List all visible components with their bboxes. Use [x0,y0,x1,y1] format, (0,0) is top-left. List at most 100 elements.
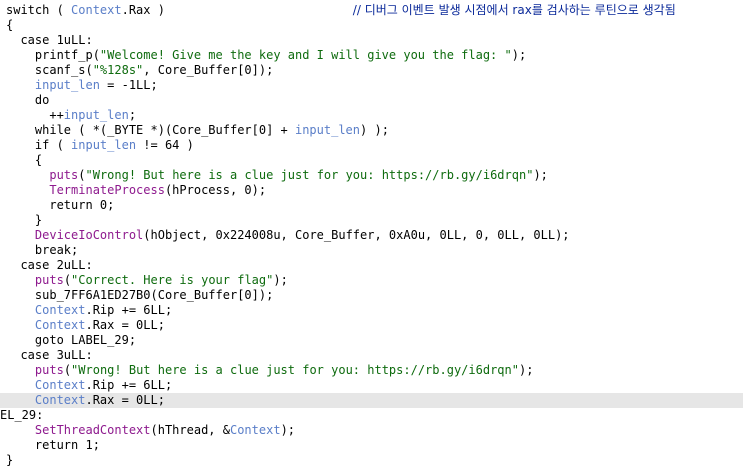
code-token-plain: scanf_s( [6,63,93,77]
code-line[interactable]: goto LABEL_29; [0,333,743,348]
code-token-plain: ); [518,363,534,377]
code-token-plain: { [6,153,43,167]
code-token-plain: ; [128,108,137,122]
code-token-plain: (hProcess, 0); [164,183,267,197]
code-line[interactable]: sub_7FF6A1ED27B0(Core_Buffer[0]); [0,288,743,303]
code-line[interactable]: SetThreadContext(hThread, &Context); [0,423,743,438]
code-token-plain: (hObject, 0x224008u, Core_Buffer, 0xA0u,… [143,228,570,242]
code-token-plain: ); [533,168,548,182]
code-token-var: Context [34,393,86,407]
code-line[interactable]: DeviceIoControl(hObject, 0x224008u, Core… [0,228,743,243]
code-line[interactable]: if ( input_len != 64 ) [0,138,743,153]
code-token-plain: (hThread, & [150,423,230,437]
code-token-var: input_len [34,78,100,92]
code-token-func: puts [34,273,64,287]
code-token-plain: switch ( [6,3,72,17]
code-line[interactable]: { [0,153,743,168]
code-token-var: Context [71,3,122,17]
code-token-plain: while ( *(_BYTE *)(Core_Buffer[0] + [6,123,295,137]
code-token-func: SetThreadContext [34,423,151,437]
code-line[interactable]: puts("Wrong! But here is a clue just for… [0,363,743,378]
code-line[interactable]: Context.Rip += 6LL; [0,303,743,318]
code-token-plain: .Rax = 0LL; [85,393,165,407]
code-token-var: input_len [71,138,137,152]
code-token-func: puts [49,168,79,182]
code-token-str: "Correct. Here is your flag" [71,273,274,287]
code-token-plain: ( [63,363,72,377]
code-token-var: input_len [63,108,129,122]
code-token-plain: } [6,213,43,227]
code-line[interactable]: Context.Rax = 0LL; [0,318,743,333]
code-line[interactable]: puts("Correct. Here is your flag"); [0,273,743,288]
decompiler-code-view[interactable]: switch ( Context.Rax ) // 디버그 이벤트 발생 시점에… [0,0,743,471]
code-token-str: "Welcome! Give me the key and I will giv… [99,48,512,62]
code-token-var: Context [34,303,86,317]
code-line[interactable]: ++input_len; [0,108,743,123]
code-line[interactable]: scanf_s("%128s", Core_Buffer[0]); [0,63,743,78]
code-token-plain: { [6,18,14,32]
code-token-str: "Wrong! But here is a clue just for you:… [71,363,519,377]
code-line[interactable]: Context.Rip += 6LL; [0,378,743,393]
code-token-func: DeviceIoControl [34,228,144,242]
code-token-plain: ( [63,273,72,287]
code-token-plain: case 2uLL: [6,258,93,272]
code-token-plain: sub_7FF6A1ED27B0(Core_Buffer[0]); [6,288,274,302]
code-token-func: puts [34,363,64,377]
code-line[interactable]: input_len = -1LL; [0,78,743,93]
code-token-var: Context [229,423,281,437]
code-token-plain: goto LABEL_29; [6,333,137,347]
code-token-plain: .Rip += 6LL; [85,378,173,392]
code-line[interactable]: case 1uLL: [0,33,743,48]
code-line[interactable]: { [0,18,743,33]
code-token-plain: ); [280,423,296,437]
code-line[interactable]: puts("Wrong! But here is a clue just for… [0,168,743,183]
code-token-plain: ++ [6,108,64,122]
code-token-plain: .Rax ) [121,3,353,17]
code-line[interactable]: case 3uLL: [0,348,743,363]
code-token-str: "%128s" [92,63,144,77]
code-token-plain: return 0; [6,198,115,212]
code-token-plain: case 1uLL: [6,33,93,47]
code-token-plain: EL_29: [0,408,44,422]
code-line[interactable]: switch ( Context.Rax ) // 디버그 이벤트 발생 시점에… [0,3,743,18]
code-token-plain: printf_p( [6,48,100,62]
code-token-comment: // 디버그 이벤트 발생 시점에서 rax를 검사하는 루틴으로 생각됨 [352,3,676,17]
code-line[interactable]: break; [0,243,743,258]
code-token-plain: .Rax = 0LL; [85,318,165,332]
code-token-func: TerminateProcess [49,183,165,197]
code-token-str: "Wrong! But here is a clue just for you:… [85,168,534,182]
code-line[interactable]: } [0,213,743,228]
code-token-plain: ( [78,168,86,182]
code-token-plain: if ( [6,138,72,152]
code-token-plain: ); [511,48,527,62]
code-line[interactable]: return 1; [0,438,743,453]
code-token-plain: .Rip += 6LL; [85,303,173,317]
code-token-plain: = -1LL; [99,78,158,92]
code-token-plain: != 64 ) [136,138,194,152]
code-line[interactable]: while ( *(_BYTE *)(Core_Buffer[0] + inpu… [0,123,743,138]
code-token-plain: do [6,93,50,107]
code-line-highlighted[interactable]: Context.Rax = 0LL; [0,393,743,408]
code-token-var: Context [34,318,86,332]
code-token-plain: case 3uLL: [6,348,93,362]
code-line[interactable]: case 2uLL: [0,258,743,273]
code-line[interactable]: printf_p("Welcome! Give me the key and I… [0,48,743,63]
code-line[interactable]: do [0,93,743,108]
code-line[interactable]: return 0; [0,198,743,213]
code-token-plain: , Core_Buffer[0]); [143,63,274,77]
code-line[interactable]: } [0,453,743,468]
code-token-plain: break; [6,243,79,257]
code-line[interactable]: TerminateProcess(hProcess, 0); [0,183,743,198]
code-line[interactable]: EL_29: [0,408,743,423]
